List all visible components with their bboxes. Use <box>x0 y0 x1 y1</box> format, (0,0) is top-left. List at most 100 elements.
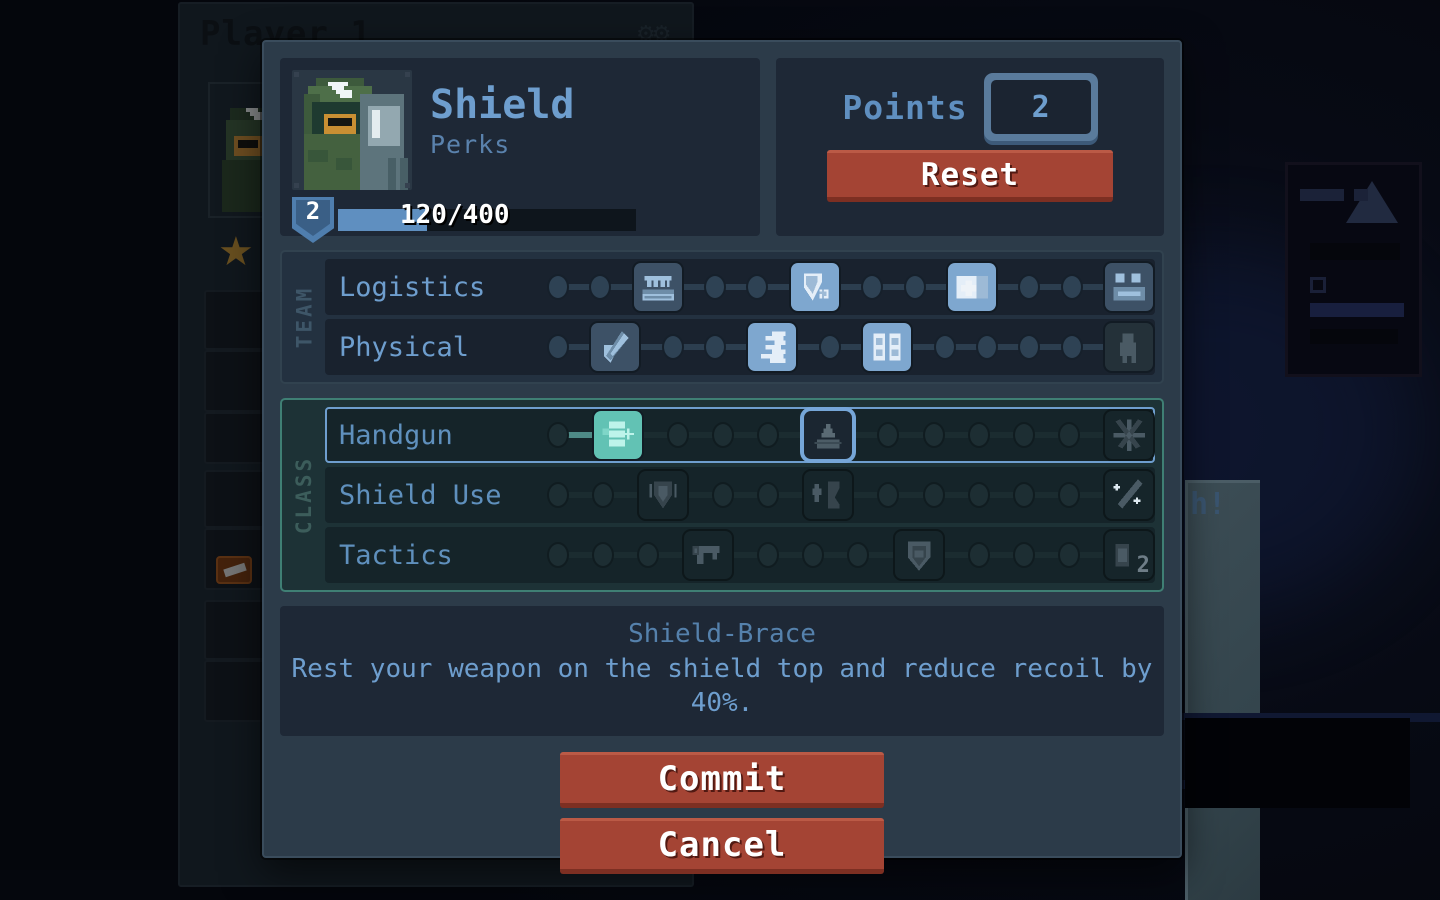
perk-modal: Shield Perks 2 120/400 Points 2 Reset TE… <box>262 40 1182 874</box>
stamina-icon[interactable] <box>1104 323 1153 371</box>
cancel-button[interactable]: Cancel <box>560 818 884 874</box>
shield-brace-icon[interactable] <box>804 411 853 459</box>
magazine-plus-icon[interactable] <box>594 411 643 459</box>
perk-node[interactable] <box>1014 424 1033 446</box>
perk-node[interactable] <box>1020 276 1039 298</box>
xp-text: 120/400 <box>400 200 510 230</box>
perk-node[interactable] <box>1062 276 1081 298</box>
weapon-icon[interactable] <box>216 556 252 584</box>
perk-node[interactable] <box>969 424 988 446</box>
perk-row-logistics[interactable]: Logistics <box>325 259 1155 315</box>
perk-track <box>549 469 1153 521</box>
portrait-corner <box>405 183 410 188</box>
pistol-icon[interactable] <box>684 531 733 579</box>
perk-node[interactable] <box>879 424 898 446</box>
portrait-corner <box>294 183 299 188</box>
game-screen: h! Player 1 ⚙⚙ ★ Shield Perks 2 120/400 … <box>0 0 1440 900</box>
perk-node[interactable] <box>706 336 725 358</box>
perk-slots <box>549 323 1153 371</box>
commit-button[interactable]: Commit <box>560 752 884 808</box>
knife-shield-icon[interactable] <box>591 323 640 371</box>
perk-rows: Logistics Physical <box>325 259 1155 375</box>
terminal-bar-highlight <box>1310 303 1404 317</box>
shield-emblem-icon[interactable] <box>894 531 943 579</box>
perk-node[interactable] <box>591 276 610 298</box>
group-label-class: CLASS <box>289 407 319 583</box>
backpack-icon[interactable] <box>863 323 912 371</box>
perk-node[interactable] <box>1014 484 1033 506</box>
points-label: Points <box>842 87 968 127</box>
perk-node[interactable] <box>924 484 943 506</box>
perk-badge: 2 <box>1136 553 1150 578</box>
terminal-bar <box>1300 189 1344 201</box>
hero-name: Shield <box>430 82 575 128</box>
shield-repair-icon[interactable] <box>1104 471 1153 519</box>
perk-node[interactable] <box>549 336 567 358</box>
perk-node[interactable] <box>935 336 954 358</box>
perk-node[interactable] <box>759 484 778 506</box>
perk-description-title: Shield-Brace <box>628 619 816 649</box>
perk-slots: 2 <box>549 531 1153 579</box>
sprint-icon[interactable] <box>748 323 797 371</box>
perk-node[interactable] <box>549 484 567 506</box>
perk-node[interactable] <box>804 544 823 566</box>
perk-node[interactable] <box>820 336 839 358</box>
perk-node[interactable] <box>549 276 567 298</box>
perk-node[interactable] <box>714 484 733 506</box>
perk-row-physical[interactable]: Physical <box>325 319 1155 375</box>
gear-icon[interactable]: ⚙⚙ <box>636 22 671 47</box>
perk-node[interactable] <box>748 276 767 298</box>
reset-button[interactable]: Reset <box>827 150 1113 202</box>
double-grenade-icon[interactable]: 2 <box>1104 531 1153 579</box>
perk-node[interactable] <box>969 484 988 506</box>
perk-node[interactable] <box>1059 484 1078 506</box>
perk-track <box>549 321 1153 373</box>
perk-node[interactable] <box>879 484 898 506</box>
perk-rows: Handgun Shield Use Tactics 2 <box>325 407 1155 583</box>
perk-node[interactable] <box>1062 336 1081 358</box>
perk-row-tactics[interactable]: Tactics 2 <box>325 527 1155 583</box>
perk-node[interactable] <box>863 276 882 298</box>
perk-node[interactable] <box>714 424 733 446</box>
muzzle-flash-icon[interactable] <box>1104 411 1153 459</box>
modal-header: Shield Perks 2 120/400 Points 2 Reset <box>280 58 1164 243</box>
ammo-crate-icon[interactable] <box>633 263 682 311</box>
armor-plate-icon[interactable] <box>790 263 839 311</box>
perk-node[interactable] <box>1020 336 1039 358</box>
soldier-portrait-icon <box>292 70 412 190</box>
group-label-text: TEAM <box>292 285 317 349</box>
perk-node[interactable] <box>594 544 613 566</box>
xp-row: 2 120/400 <box>292 197 748 243</box>
warning-triangle-icon <box>1346 181 1398 223</box>
perk-row-handgun[interactable]: Handgun <box>325 407 1155 463</box>
perk-node[interactable] <box>969 544 988 566</box>
perk-node[interactable] <box>594 484 613 506</box>
perk-node[interactable] <box>639 544 658 566</box>
medkit-icon[interactable] <box>947 263 996 311</box>
perk-row-shield-use[interactable]: Shield Use <box>325 467 1155 523</box>
perk-node[interactable] <box>663 336 682 358</box>
shield-guard-icon[interactable] <box>639 471 688 519</box>
perk-node[interactable] <box>759 544 778 566</box>
supply-box-icon[interactable] <box>1104 263 1153 311</box>
points-panel: Points 2 Reset <box>776 58 1164 236</box>
background-shadow-block <box>1185 718 1410 808</box>
perk-node[interactable] <box>759 424 778 446</box>
perk-node[interactable] <box>1059 424 1078 446</box>
perk-node[interactable] <box>1014 544 1033 566</box>
perk-node[interactable] <box>549 424 567 446</box>
perk-node[interactable] <box>849 544 868 566</box>
perk-node[interactable] <box>549 544 567 566</box>
perk-node[interactable] <box>924 424 943 446</box>
perk-node[interactable] <box>977 336 996 358</box>
perk-groups: TEAM Logistics Physical CLASS Handgun Shield … <box>280 250 1164 592</box>
terminal-bar <box>1354 189 1368 201</box>
perk-node[interactable] <box>706 276 725 298</box>
perk-node[interactable] <box>1059 544 1078 566</box>
shield-bash-icon[interactable] <box>804 471 853 519</box>
perk-node[interactable] <box>669 424 688 446</box>
perk-description-panel: Shield-Brace Rest your weapon on the shi… <box>280 606 1164 736</box>
portrait-corner <box>294 72 299 77</box>
perk-node[interactable] <box>905 276 924 298</box>
background-shadow-block <box>0 870 180 900</box>
